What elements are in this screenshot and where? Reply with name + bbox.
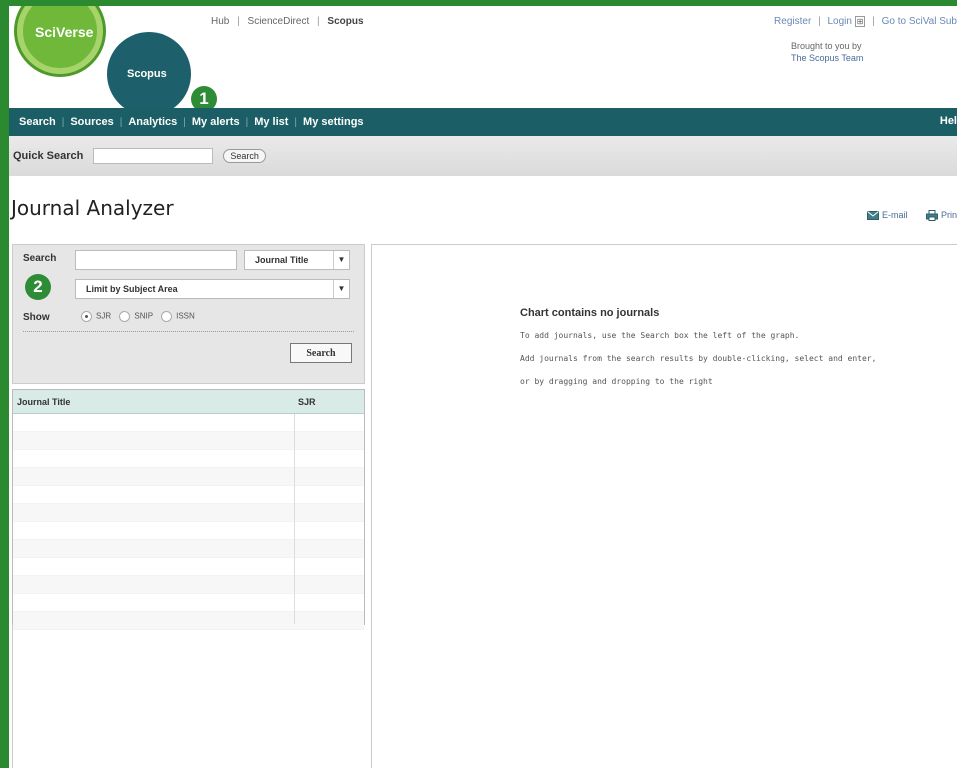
search-type-value: Journal Title xyxy=(255,255,309,265)
sciverse-logo-text: SciVerse xyxy=(35,24,94,40)
radio-issn[interactable] xyxy=(161,311,173,322)
nav-analytics[interactable]: Analytics xyxy=(122,116,183,128)
login-expand-icon[interactable]: ⊞ xyxy=(854,16,866,27)
scopus-logo[interactable]: Scopus xyxy=(107,32,191,116)
column-header-journal-title[interactable]: Journal Title xyxy=(17,397,70,407)
hub-links: Hub | ScienceDirect | Scopus xyxy=(211,16,364,27)
quick-search-input[interactable] xyxy=(93,148,214,164)
empty-chart-hint: or by dragging and dropping to the right xyxy=(520,377,713,386)
print-action[interactable]: Prin xyxy=(925,210,957,222)
quick-search-bar: Quick Search Search xyxy=(9,136,957,176)
journal-search-panel: Search Journal Title ▼ 2 Limit by Subjec… xyxy=(12,244,365,384)
table-row xyxy=(13,576,364,594)
nav-sources[interactable]: Sources xyxy=(64,116,119,128)
dropdown-arrow-icon: ▼ xyxy=(333,280,349,298)
radio-snip-label: SNIP xyxy=(134,311,153,321)
separator: | xyxy=(237,16,240,27)
radio-issn-label: ISSN xyxy=(176,311,195,321)
table-row xyxy=(13,558,364,576)
team-link[interactable]: The Scopus Team xyxy=(791,52,863,64)
login-link[interactable]: Login xyxy=(827,16,851,27)
quick-search-button[interactable]: Search xyxy=(223,149,266,163)
empty-chart-hint: To add journals, use the Search box the … xyxy=(520,331,800,340)
divider xyxy=(12,625,13,768)
show-label: Show xyxy=(23,312,50,323)
column-divider xyxy=(294,390,295,624)
separator: | xyxy=(872,16,875,27)
hub-link[interactable]: Hub xyxy=(211,16,229,27)
register-link[interactable]: Register xyxy=(774,16,811,27)
table-row xyxy=(13,432,364,450)
table-row xyxy=(13,486,364,504)
radio-sjr[interactable] xyxy=(81,311,92,322)
app-frame: SciVerse Scopus 1 Hub | ScienceDirect | … xyxy=(0,0,957,768)
column-header-sjr[interactable]: SJR xyxy=(298,397,316,407)
dropdown-arrow-icon: ▼ xyxy=(333,251,349,269)
table-row xyxy=(13,450,364,468)
empty-chart-title: Chart contains no journals xyxy=(520,307,660,319)
table-header: Journal Title SJR xyxy=(13,390,364,414)
email-label: E-mail xyxy=(881,210,908,220)
table-row xyxy=(13,522,364,540)
nav-my-alerts[interactable]: My alerts xyxy=(186,116,246,128)
main-nav: Search | Sources | Analytics | My alerts… xyxy=(9,108,957,136)
journal-search-button[interactable]: Search xyxy=(290,343,352,363)
results-table: Journal Title SJR xyxy=(12,389,365,630)
print-icon xyxy=(925,210,938,222)
subject-area-select[interactable]: Limit by Subject Area ▼ xyxy=(75,279,350,299)
scopus-logo-text: Scopus xyxy=(127,68,167,80)
separator: | xyxy=(818,16,821,27)
brought-by: Brought to you by The Scopus Team xyxy=(791,40,863,64)
table-row xyxy=(13,612,364,630)
table-row xyxy=(13,414,364,432)
title-row: Journal Analyzer E-mail Prin xyxy=(9,176,957,234)
account-links: Register | Login ⊞ | Go to SciVal Sub xyxy=(774,16,957,27)
email-action[interactable]: E-mail xyxy=(866,210,910,221)
print-label: Prin xyxy=(940,210,957,220)
empty-chart-message: Chart contains no journals To add journa… xyxy=(520,307,876,400)
sciencedirect-link[interactable]: ScienceDirect xyxy=(248,16,310,27)
table-row xyxy=(13,540,364,558)
chart-area[interactable]: Chart contains no journals To add journa… xyxy=(371,244,957,768)
email-icon xyxy=(866,211,879,221)
quick-search-label: Quick Search xyxy=(13,150,84,162)
search-type-select[interactable]: Journal Title ▼ xyxy=(244,250,350,270)
divider xyxy=(23,331,354,332)
journal-search-input[interactable] xyxy=(75,250,237,270)
nav-search[interactable]: Search xyxy=(13,116,62,128)
radio-sjr-label: SJR xyxy=(96,311,112,321)
header: SciVerse Scopus 1 Hub | ScienceDirect | … xyxy=(9,6,957,116)
brought-by-label: Brought to you by xyxy=(791,41,862,51)
metric-radio-group: SJR SNIP ISSN xyxy=(75,311,195,322)
sciverse-logo[interactable]: SciVerse xyxy=(17,6,103,74)
table-row xyxy=(13,504,364,522)
page-title: Journal Analyzer xyxy=(11,196,174,220)
scopus-link[interactable]: Scopus xyxy=(327,16,363,27)
nav-my-list[interactable]: My list xyxy=(248,116,294,128)
page-actions: E-mail Prin xyxy=(851,210,957,222)
callout-badge-2: 2 xyxy=(25,274,51,300)
empty-chart-hint: Add journals from the search results by … xyxy=(520,354,877,363)
journal-search-label: Search xyxy=(23,253,57,264)
table-row xyxy=(13,594,364,612)
table-row xyxy=(13,468,364,486)
separator: | xyxy=(317,16,320,27)
nav-help[interactable]: Hel xyxy=(940,115,957,127)
radio-snip[interactable] xyxy=(119,311,131,322)
nav-my-settings[interactable]: My settings xyxy=(297,116,370,128)
scival-link[interactable]: Go to SciVal Sub xyxy=(882,16,957,27)
subject-area-value: Limit by Subject Area xyxy=(86,284,178,294)
